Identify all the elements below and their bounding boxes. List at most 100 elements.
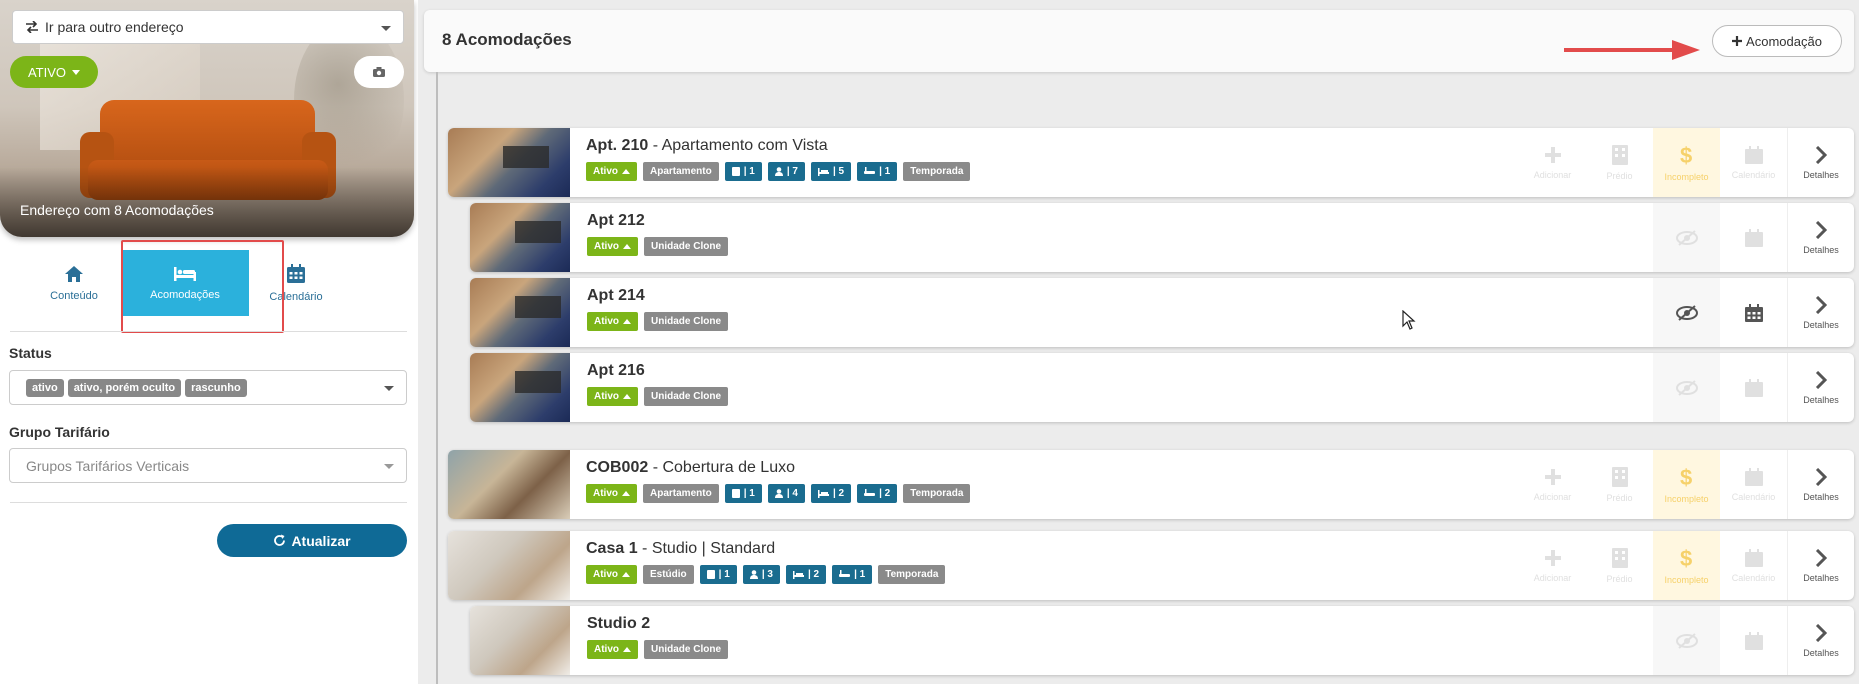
chevron-right-icon	[1815, 220, 1827, 239]
add-action[interactable]: Adicionar	[1519, 128, 1586, 197]
action-label: Detalhes	[1803, 647, 1839, 658]
type-badge: Apartamento	[643, 162, 719, 181]
bath-icon	[864, 167, 876, 174]
clone-row[interactable]: Apt 216 Ativo Unidade Clone Detalhes	[470, 353, 1854, 422]
clone-row[interactable]: Apt 212 Ativo Unidade Clone Detalhes	[470, 203, 1854, 272]
visibility-action[interactable]	[1653, 278, 1720, 347]
accommodation-photo	[470, 606, 570, 675]
details-action[interactable]: Detalhes	[1787, 353, 1854, 422]
action-label: Adicionar	[1533, 169, 1572, 180]
status-badge[interactable]: Ativo	[587, 237, 638, 256]
details-action[interactable]: Detalhes	[1787, 128, 1854, 197]
badge-group: Ativo Apartamento | 1 | 4 | 2 | 2 Tempor…	[586, 484, 971, 503]
details-action[interactable]: Detalhes	[1787, 531, 1854, 600]
building-action[interactable]: Prédio	[1586, 450, 1653, 519]
status-chip[interactable]: ativo	[26, 378, 64, 397]
badge-group: Ativo Unidade Clone	[587, 312, 729, 331]
tab-conteudo[interactable]: Conteúdo	[10, 250, 138, 316]
details-action[interactable]: Detalhes	[1787, 203, 1854, 272]
status-badge[interactable]: Ativo	[586, 162, 637, 181]
status-badge-label: Ativo	[594, 391, 619, 402]
visibility-action[interactable]	[1653, 606, 1720, 675]
clone-row[interactable]: Apt 214 Ativo Unidade Clone Detalhes	[470, 278, 1854, 347]
count-value: | 3	[761, 569, 773, 580]
action-label: Detalhes	[1803, 572, 1839, 583]
clone-row[interactable]: Studio 2 Ativo Unidade Clone Detalhes	[470, 606, 1854, 675]
calendar-action[interactable]: Calendário	[1720, 531, 1787, 600]
chevron-down-icon	[384, 386, 394, 391]
calendar-action[interactable]	[1720, 278, 1787, 347]
chevron-up-icon	[623, 244, 631, 249]
guests-badge: | 7	[767, 162, 805, 181]
grupo-tarifario-label: Grupo Tarifário	[9, 424, 110, 440]
calendar-action[interactable]	[1720, 203, 1787, 272]
count-value: | 1	[854, 569, 866, 580]
bed-icon	[792, 570, 804, 579]
add-action[interactable]: Adicionar	[1519, 450, 1586, 519]
pricing-incomplete-action[interactable]: $ Incompleto	[1653, 128, 1720, 197]
chevron-right-icon	[1815, 370, 1827, 389]
pricing-incomplete-action[interactable]: $ Incompleto	[1653, 450, 1720, 519]
dollar-icon: $	[1680, 547, 1692, 569]
status-badge[interactable]: Ativo	[586, 565, 637, 584]
calendar-action[interactable]: Calendário	[1720, 450, 1787, 519]
person-icon	[774, 489, 783, 498]
status-badge[interactable]: Ativo	[587, 640, 638, 659]
action-label: Incompleto	[1664, 171, 1709, 182]
rooms-badge: | 1	[699, 565, 737, 584]
calendar-action[interactable]: Calendário	[1720, 128, 1787, 197]
bathrooms-badge: | 1	[857, 162, 898, 181]
update-button-label: Atualizar	[291, 532, 351, 549]
calendar-action[interactable]	[1720, 353, 1787, 422]
visibility-action[interactable]	[1653, 203, 1720, 272]
status-label: Status	[9, 345, 52, 361]
add-accommodation-button[interactable]: Acomodação	[1712, 25, 1842, 57]
eye-slash-icon	[1675, 304, 1698, 321]
action-label: Calendário	[1731, 491, 1776, 502]
status-chip[interactable]: rascunho	[185, 378, 247, 397]
add-action[interactable]: Adicionar	[1519, 531, 1586, 600]
building-action[interactable]: Prédio	[1586, 531, 1653, 600]
divider	[10, 331, 407, 332]
svg-text:$: $	[1680, 547, 1692, 569]
bathrooms-badge: | 1	[832, 565, 873, 584]
count-value: | 2	[807, 569, 820, 580]
accommodation-row[interactable]: COB002 - Cobertura de Luxo Ativo Apartam…	[448, 450, 1854, 519]
row-actions: Detalhes	[1653, 203, 1854, 272]
count-value: | 1	[879, 166, 891, 177]
row-actions: Detalhes	[1653, 353, 1854, 422]
chevron-down-icon	[72, 69, 81, 75]
row-actions: Adicionar Prédio $ Incompleto Calendário …	[1519, 450, 1854, 519]
accommodation-name: - Cobertura de Luxo	[648, 459, 795, 476]
sidebar: Ir para outro endereço ATIVO Endereço co…	[0, 0, 418, 684]
building-action[interactable]: Prédio	[1586, 128, 1653, 197]
visibility-action[interactable]	[1653, 353, 1720, 422]
type-badge: Apartamento	[643, 484, 719, 503]
guests-badge: | 4	[767, 484, 805, 503]
calendar-action[interactable]	[1720, 606, 1787, 675]
accommodation-code: Apt 214	[587, 287, 645, 304]
status-filter-select[interactable]: ativo ativo, porém oculto rascunho	[9, 370, 407, 405]
details-action[interactable]: Detalhes	[1787, 450, 1854, 519]
status-badge-label: Ativo	[593, 166, 618, 177]
status-badge[interactable]: Ativo	[587, 387, 638, 406]
bed-icon	[817, 167, 829, 176]
accommodation-row[interactable]: Casa 1 - Studio | Standard Ativo Estúdio…	[448, 531, 1854, 600]
address-switch-select[interactable]: Ir para outro endereço	[12, 10, 404, 44]
status-badge[interactable]: Ativo	[586, 484, 637, 503]
action-label: Calendário	[1731, 169, 1776, 180]
details-action[interactable]: Detalhes	[1787, 606, 1854, 675]
status-badge[interactable]: Ativo	[587, 312, 638, 331]
person-icon	[749, 570, 758, 579]
change-photo-button[interactable]	[354, 56, 404, 88]
status-dropdown-button[interactable]: ATIVO	[10, 56, 98, 88]
update-button[interactable]: Atualizar	[217, 524, 407, 557]
accommodation-row[interactable]: Apt. 210 - Apartamento com Vista Ativo A…	[448, 128, 1854, 197]
details-action[interactable]: Detalhes	[1787, 278, 1854, 347]
panel-header: 8 Acomodações Acomodação	[424, 10, 1854, 72]
grupo-tarifario-select[interactable]: Grupos Tarifários Verticais	[9, 448, 407, 483]
bathrooms-badge: | 2	[857, 484, 898, 503]
pricing-incomplete-action[interactable]: $ Incompleto	[1653, 531, 1720, 600]
chevron-right-icon	[1815, 295, 1827, 314]
status-chip[interactable]: ativo, porém oculto	[67, 378, 182, 397]
